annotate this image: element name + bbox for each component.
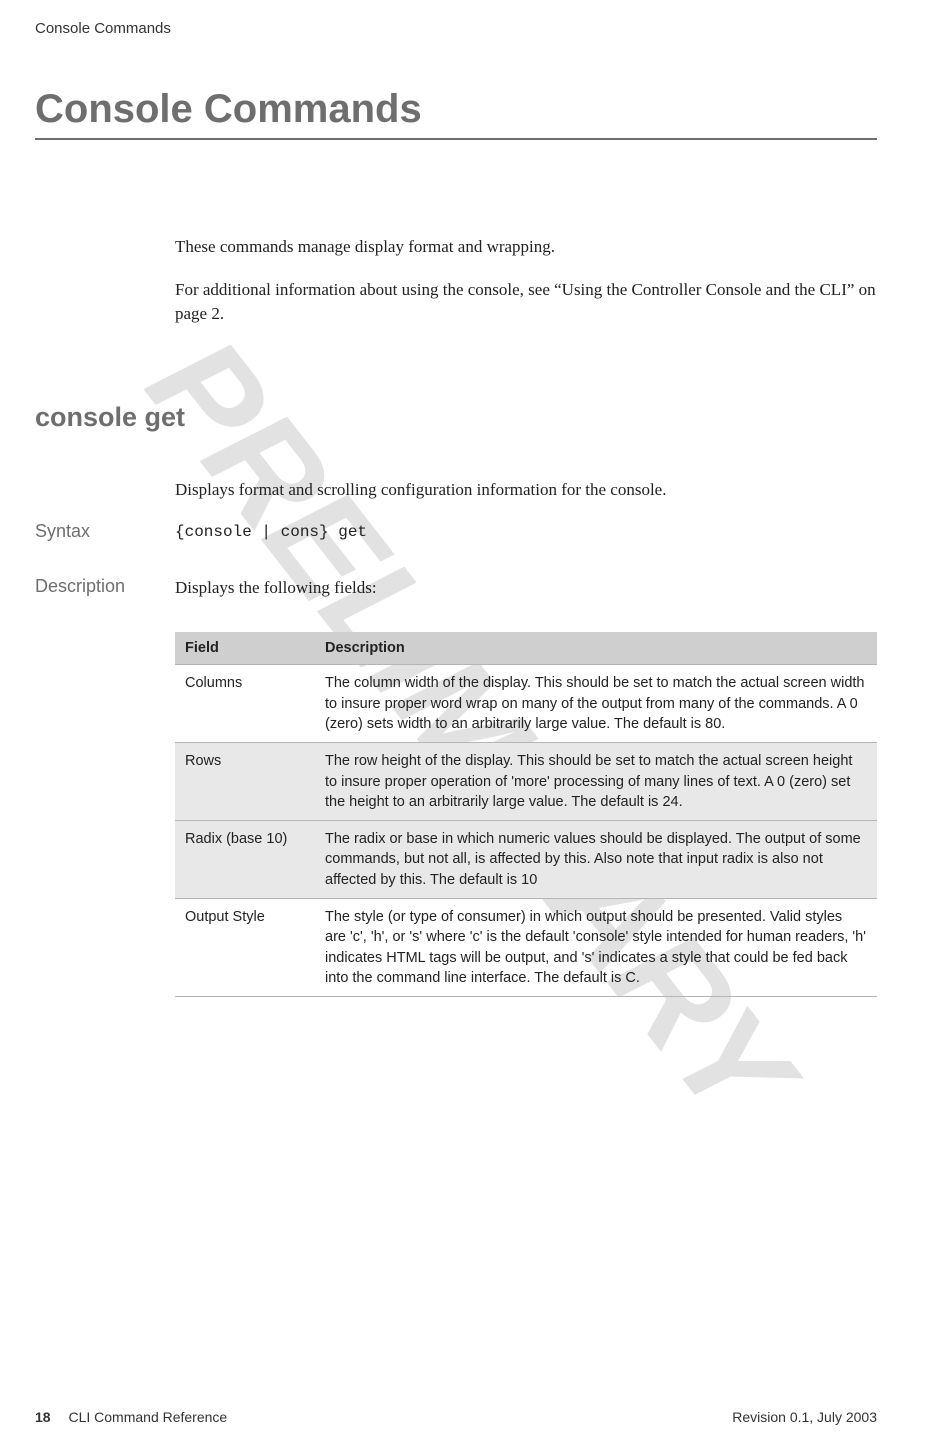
section-summary: Displays format and scrolling configurat… — [175, 478, 877, 503]
table-header-description: Description — [315, 632, 877, 665]
description-text: Displays the following fields: — [175, 576, 877, 601]
page-title: Console Commands — [35, 87, 877, 132]
page-number: 18 — [35, 1409, 51, 1425]
intro-paragraph-1: These commands manage display format and… — [175, 235, 877, 260]
running-header: Console Commands — [35, 20, 877, 37]
intro-paragraph-2: For additional information about using t… — [175, 278, 877, 327]
field-cell: Output Style — [175, 899, 315, 997]
description-cell: The radix or base in which numeric value… — [315, 821, 877, 899]
syntax-label: Syntax — [35, 521, 175, 544]
table-row: Radix (base 10) The radix or base in whi… — [175, 821, 877, 899]
section-title-console-get: console get — [35, 402, 877, 433]
revision-info: Revision 0.1, July 2003 — [732, 1409, 877, 1425]
description-cell: The style (or type of consumer) in which… — [315, 899, 877, 997]
field-cell: Rows — [175, 743, 315, 821]
description-cell: The column width of the display. This sh… — [315, 665, 877, 743]
title-rule — [35, 138, 877, 140]
field-cell: Radix (base 10) — [175, 821, 315, 899]
table-header-field: Field — [175, 632, 315, 665]
field-cell: Columns — [175, 665, 315, 743]
table-row: Columns The column width of the display.… — [175, 665, 877, 743]
page-footer: 18 CLI Command Reference Revision 0.1, J… — [35, 1409, 877, 1425]
description-label: Description — [35, 576, 175, 601]
table-row: Output Style The style (or type of consu… — [175, 899, 877, 997]
syntax-code: {console | cons} get — [175, 521, 877, 544]
description-cell: The row height of the display. This shou… — [315, 743, 877, 821]
doc-title-footer: CLI Command Reference — [68, 1409, 227, 1425]
fields-table: Field Description Columns The column wid… — [175, 632, 877, 997]
table-row: Rows The row height of the display. This… — [175, 743, 877, 821]
